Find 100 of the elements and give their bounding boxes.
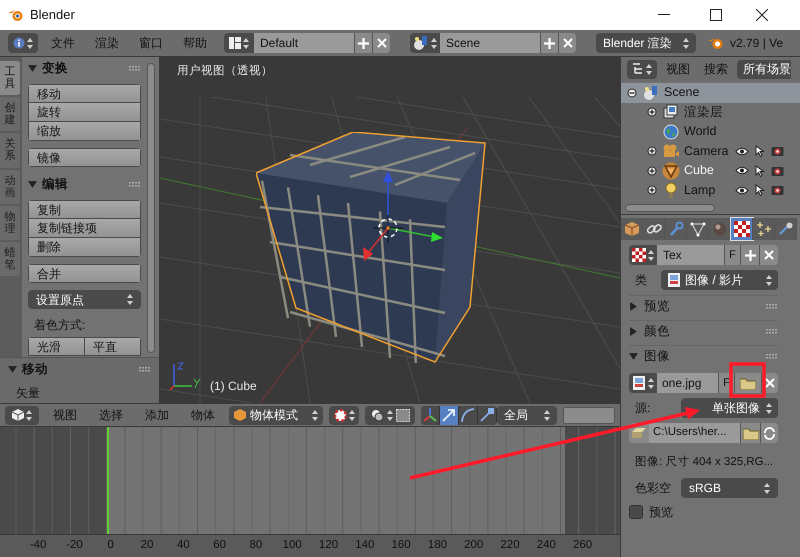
vertical-tab[interactable]: 蜡笔	[0, 242, 20, 276]
tool-button[interactable]: 镜像	[28, 148, 141, 167]
menu-item[interactable]: 渲染	[88, 34, 126, 52]
outliner-item[interactable]: World	[684, 122, 716, 142]
dropdown[interactable]: 设置原点	[28, 290, 141, 309]
menu-item[interactable]: 物体	[183, 406, 223, 424]
menu-item[interactable]: 帮助	[176, 34, 214, 52]
panel-title[interactable]: 编辑	[42, 174, 68, 194]
editor-type-button[interactable]	[627, 60, 657, 78]
panel-title[interactable]: 变换	[42, 58, 68, 78]
checkbox-label: 预览	[649, 504, 673, 522]
menu-item[interactable]: 选择	[91, 406, 131, 424]
sparkles-icon	[756, 221, 772, 237]
filter-dropdown[interactable]: 所有场景	[737, 60, 791, 78]
tool-button[interactable]: 合并	[28, 264, 141, 283]
layout-name-field[interactable]: Default	[254, 33, 354, 53]
panel-title[interactable]: 颜色	[644, 322, 670, 341]
camera-icon[interactable]	[771, 164, 784, 177]
cursor-icon[interactable]	[755, 184, 765, 196]
outliner-item[interactable]: Lamp	[684, 180, 716, 200]
orientation-dropdown[interactable]: 全局	[497, 406, 557, 424]
outliner-item[interactable]: 渲染层	[684, 102, 723, 122]
maximize-icon[interactable]	[710, 9, 722, 21]
texture-name-field[interactable]: Tex	[657, 245, 724, 265]
vertical-tab[interactable]: 工具	[0, 61, 20, 96]
vertical-tab[interactable]: 创建	[0, 97, 20, 132]
cursor-icon[interactable]	[755, 145, 765, 158]
tool-button[interactable]: 删除	[28, 238, 141, 257]
colorspace-label: 色彩空	[634, 480, 672, 498]
texture-type-dropdown[interactable]: 图像 / 影片	[661, 270, 778, 290]
tool-button[interactable]: 复制	[28, 200, 141, 219]
cursor-icon[interactable]	[755, 164, 765, 177]
editor-type-button[interactable]	[8, 33, 38, 53]
panel-title[interactable]: 预览	[644, 297, 670, 316]
file-path-field[interactable]: C:\Users\her...	[649, 423, 740, 443]
scene-name-field[interactable]: Scene	[440, 33, 540, 53]
properties-tab[interactable]	[621, 218, 643, 240]
close-icon[interactable]	[756, 9, 768, 21]
menu-item[interactable]: 视图	[45, 406, 85, 424]
manipulator-toggle[interactable]	[478, 406, 497, 424]
manipulator-toggle[interactable]	[459, 406, 478, 424]
pivot-dropdown[interactable]	[329, 406, 359, 424]
manipulator-toggle[interactable]	[440, 406, 459, 424]
tool-button[interactable]: 移动	[28, 84, 141, 103]
panel-title[interactable]: 移动	[22, 360, 48, 378]
source-dropdown[interactable]: 单张图像	[681, 398, 778, 418]
layout-selector[interactable]	[224, 33, 254, 53]
minimize-icon[interactable]	[658, 14, 670, 16]
tool-button[interactable]: 旋转	[28, 103, 141, 122]
properties-tab[interactable]	[687, 218, 709, 240]
mode-dropdown[interactable]: 物体模式	[229, 406, 323, 424]
eye-icon[interactable]	[735, 166, 749, 176]
texture-browse-button[interactable]	[629, 245, 657, 265]
outliner-item[interactable]: Cube	[684, 161, 714, 180]
menu-item[interactable]: 搜索	[699, 60, 733, 78]
vertical-tab[interactable]: 关系	[0, 133, 20, 168]
editor-type-button[interactable]	[5, 406, 39, 424]
arc-icon	[460, 407, 476, 423]
shading-button[interactable]: 光滑	[28, 337, 85, 356]
menu-item[interactable]: 添加	[137, 406, 177, 424]
open-file-button[interactable]	[734, 373, 761, 393]
properties-tab[interactable]	[731, 218, 753, 240]
tool-button[interactable]: 复制链接项	[28, 219, 141, 238]
new-texture-button[interactable]	[740, 245, 759, 265]
scene-selector[interactable]	[410, 33, 440, 53]
reload-button[interactable]	[760, 423, 778, 443]
properties-tab[interactable]	[753, 218, 775, 240]
add-layout-button[interactable]	[354, 33, 372, 53]
checkbox[interactable]	[629, 505, 643, 520]
properties-tab[interactable]	[775, 218, 797, 240]
eye-icon[interactable]	[735, 186, 749, 195]
image-name-field[interactable]: one.jpg	[657, 373, 718, 393]
panel-title[interactable]: 图像	[644, 347, 670, 366]
properties-tab[interactable]	[643, 218, 665, 240]
unlink-button[interactable]	[759, 245, 778, 265]
shading-dropdown[interactable]	[365, 406, 415, 424]
camera-icon[interactable]	[771, 145, 784, 158]
shading-button[interactable]: 平直	[85, 337, 141, 356]
outliner-item[interactable]: Camera	[684, 142, 728, 161]
render-engine-dropdown[interactable]: Blender 渲染	[596, 33, 696, 53]
delete-scene-button[interactable]	[558, 33, 576, 53]
menu-item[interactable]: 文件	[44, 34, 82, 52]
menu-item[interactable]: 视图	[661, 60, 695, 78]
tool-button[interactable]: 缩放	[28, 122, 141, 141]
vertical-tab[interactable]: 动画	[0, 170, 20, 204]
colorspace-dropdown[interactable]: sRGB	[681, 478, 778, 498]
open-file-button[interactable]	[740, 423, 760, 443]
eye-icon[interactable]	[735, 146, 749, 156]
manipulator-toggle[interactable]	[421, 406, 440, 424]
drag-grip-icon	[139, 366, 151, 372]
menu-item[interactable]: 窗口	[132, 34, 170, 52]
camera-icon[interactable]	[771, 184, 784, 196]
properties-tab[interactable]	[709, 218, 731, 240]
outliner-item[interactable]: Scene	[664, 83, 700, 102]
vertical-tab[interactable]: 物理	[0, 206, 20, 240]
frame-number: 60	[212, 538, 228, 554]
fake-user-button[interactable]: F	[724, 245, 740, 265]
delete-layout-button[interactable]	[372, 33, 390, 53]
add-scene-button[interactable]	[540, 33, 558, 53]
image-browse-button[interactable]	[629, 373, 657, 393]
